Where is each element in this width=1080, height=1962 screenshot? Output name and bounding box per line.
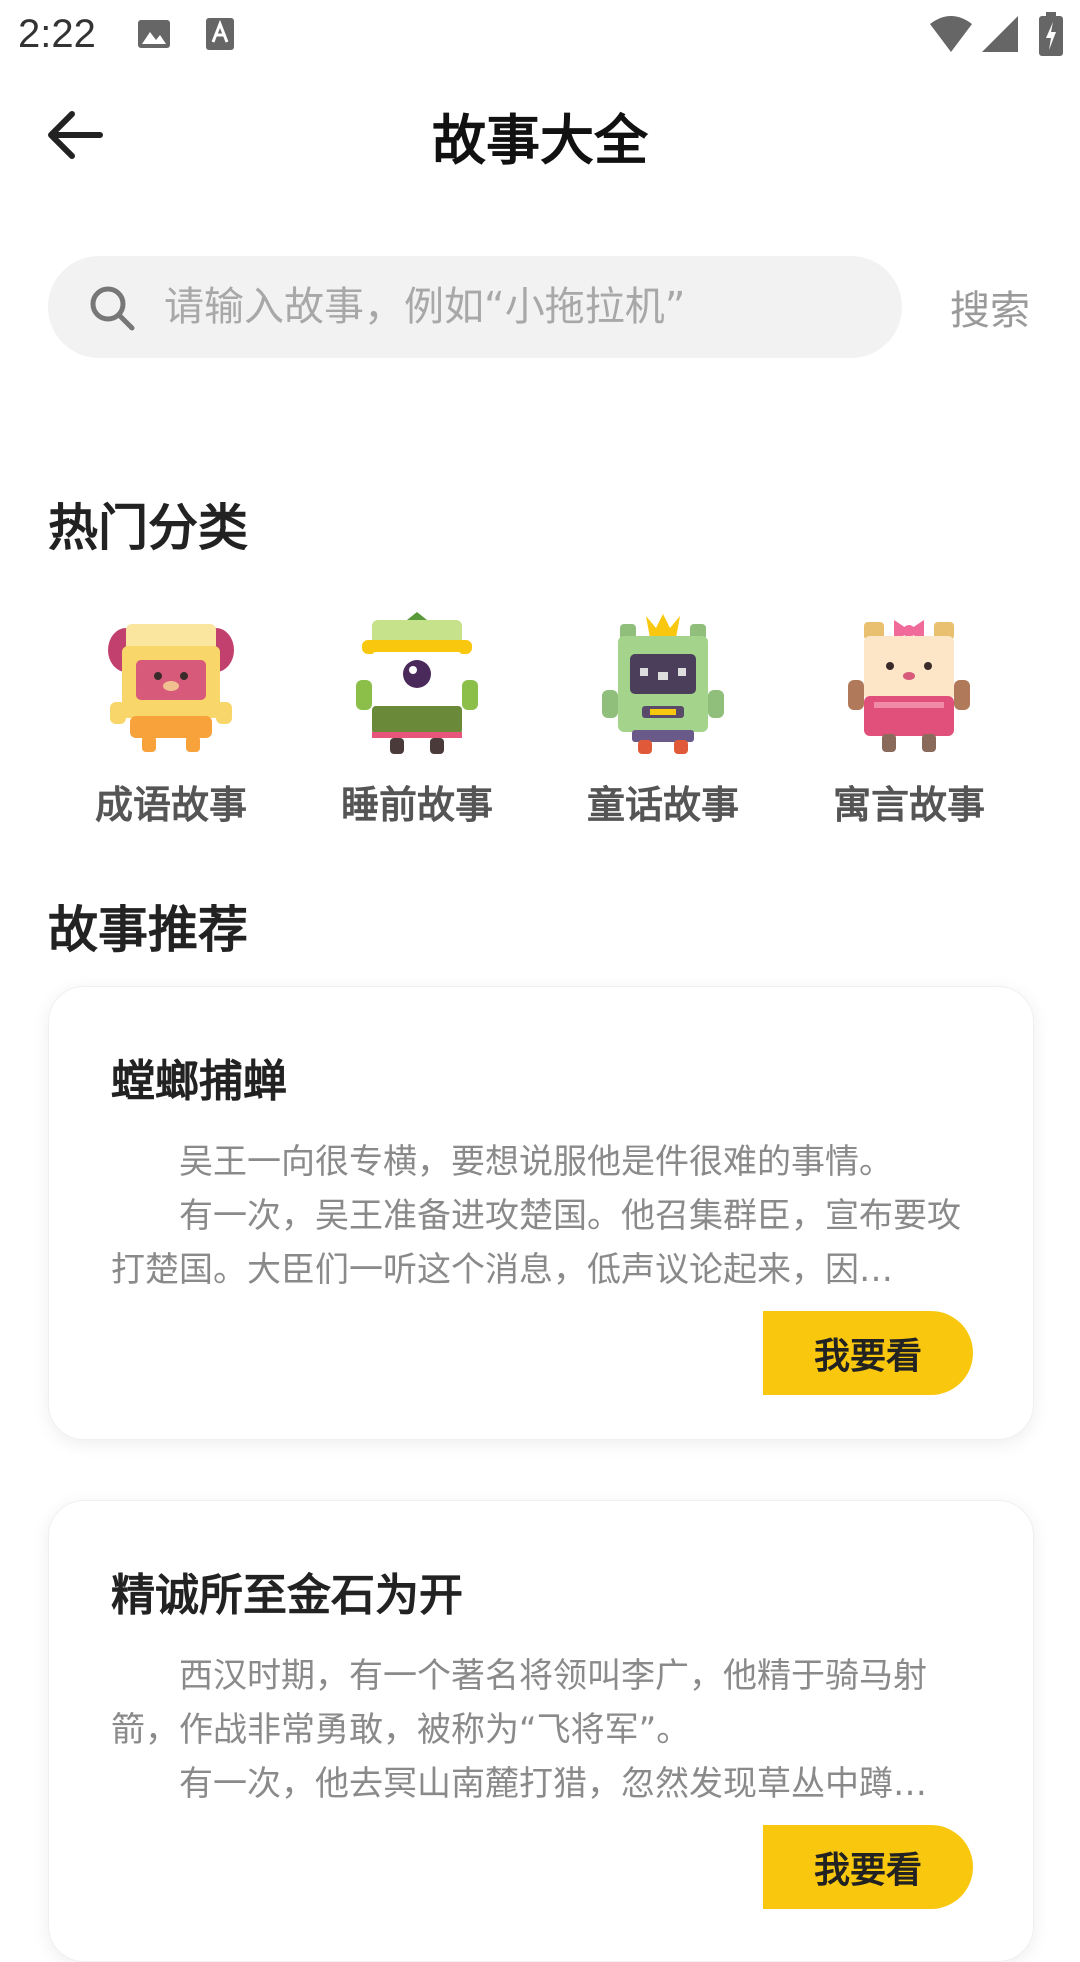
story-title: 螳螂捕蝉 [111, 1056, 287, 1107]
story-recommend-title: 故事推荐 [48, 901, 248, 959]
pink-bow-robot-icon [848, 620, 970, 752]
story-card[interactable]: 精诚所至金石为开 西汉时期，有一个著名将领叫李广，他精于骑马射箭，作战非常勇敢，… [48, 1500, 1034, 1962]
cellular-signal-icon [980, 14, 1020, 58]
status-time: 2:22 [18, 12, 96, 56]
green-cyclops-robot-icon [356, 612, 478, 754]
category-label: 成语故事 [94, 783, 247, 827]
story-card[interactable]: 螳螂捕蝉 吴王一向很专横，要想说服他是件很难的事情。 有一次，吴王准备进攻楚国。… [48, 986, 1034, 1440]
story-paragraph: 吴王一向很专横，要想说服他是件很难的事情。 [179, 1142, 893, 1182]
category-fables[interactable]: 寓言故事 [786, 610, 1032, 840]
read-story-button[interactable]: 我要看 [763, 1311, 973, 1395]
page-title: 故事大全 [432, 109, 648, 172]
search-button[interactable]: 搜索 [950, 278, 1030, 336]
read-story-button[interactable]: 我要看 [763, 1825, 973, 1909]
search-input[interactable] [164, 256, 864, 358]
wifi-icon [928, 14, 974, 58]
story-excerpt: 吴王一向很专横，要想说服他是件很难的事情。 有一次，吴王准备进攻楚国。他召集群臣… [111, 1135, 971, 1297]
crowned-green-robot-icon [602, 614, 724, 754]
text-notification-icon [204, 16, 236, 56]
category-label: 睡前故事 [340, 783, 493, 827]
gallery-notification-icon [136, 16, 172, 56]
category-list: 成语故事 睡前故事 童话故事 寓言故事 [48, 610, 1032, 840]
category-label: 童话故事 [586, 783, 739, 827]
yellow-bear-robot-icon [108, 624, 234, 752]
story-title: 精诚所至金石为开 [111, 1570, 463, 1621]
story-excerpt: 西汉时期，有一个著名将领叫李广，他精于骑马射箭，作战非常勇敢，被称为“飞将军”。… [111, 1649, 971, 1811]
story-paragraph: 有一次，他去冥山南麓打猎，忽然发现草丛中蹲… [179, 1764, 927, 1804]
hot-categories-title: 热门分类 [48, 499, 248, 557]
battery-charging-icon [1038, 12, 1064, 60]
search-icon [90, 286, 135, 331]
search-box[interactable] [48, 256, 902, 358]
category-bedtime-stories[interactable]: 睡前故事 [294, 610, 540, 840]
category-idiom-stories[interactable]: 成语故事 [48, 610, 294, 840]
story-paragraph: 有一次，吴王准备进攻楚国。他召集群臣，宣布要攻打楚国。大臣们一听这个消息，低声议… [111, 1196, 961, 1290]
app-bar: 故事大全 [0, 72, 1080, 192]
category-fairy-tales[interactable]: 童话故事 [540, 610, 786, 840]
story-paragraph: 西汉时期，有一个著名将领叫李广，他精于骑马射箭，作战非常勇敢，被称为“飞将军”。 [111, 1656, 927, 1750]
category-label: 寓言故事 [832, 783, 985, 827]
status-bar: 2:22 [0, 0, 1080, 72]
